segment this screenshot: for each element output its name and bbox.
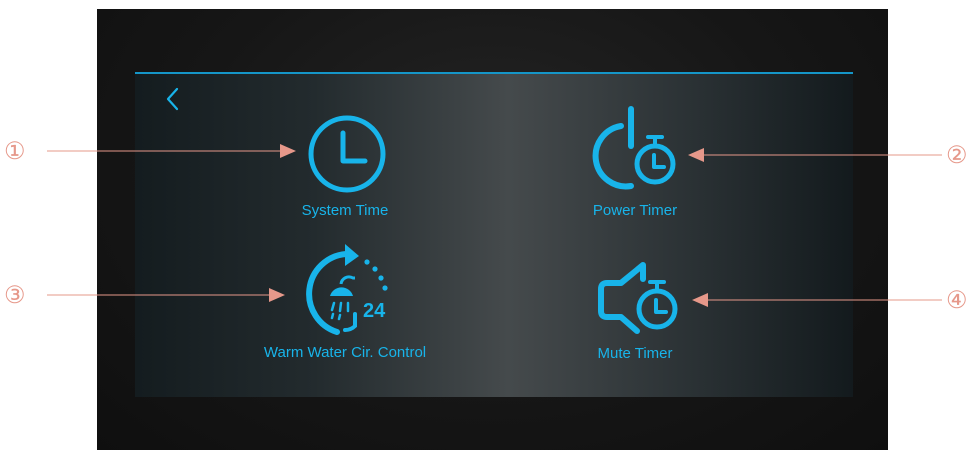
callout-4: ④ <box>946 286 968 314</box>
leader-arrow-3 <box>269 288 285 302</box>
callout-3: ③ <box>4 281 26 309</box>
leader-arrow-1 <box>280 144 296 158</box>
callout-1: ① <box>4 137 26 165</box>
manual-figure: System Time Power Timer 24 Warm Water Ci… <box>0 0 975 450</box>
leader-arrow-4 <box>692 293 708 307</box>
callout-leaders <box>47 144 942 307</box>
leader-arrow-2 <box>688 148 704 162</box>
callout-2: ② <box>946 141 968 169</box>
